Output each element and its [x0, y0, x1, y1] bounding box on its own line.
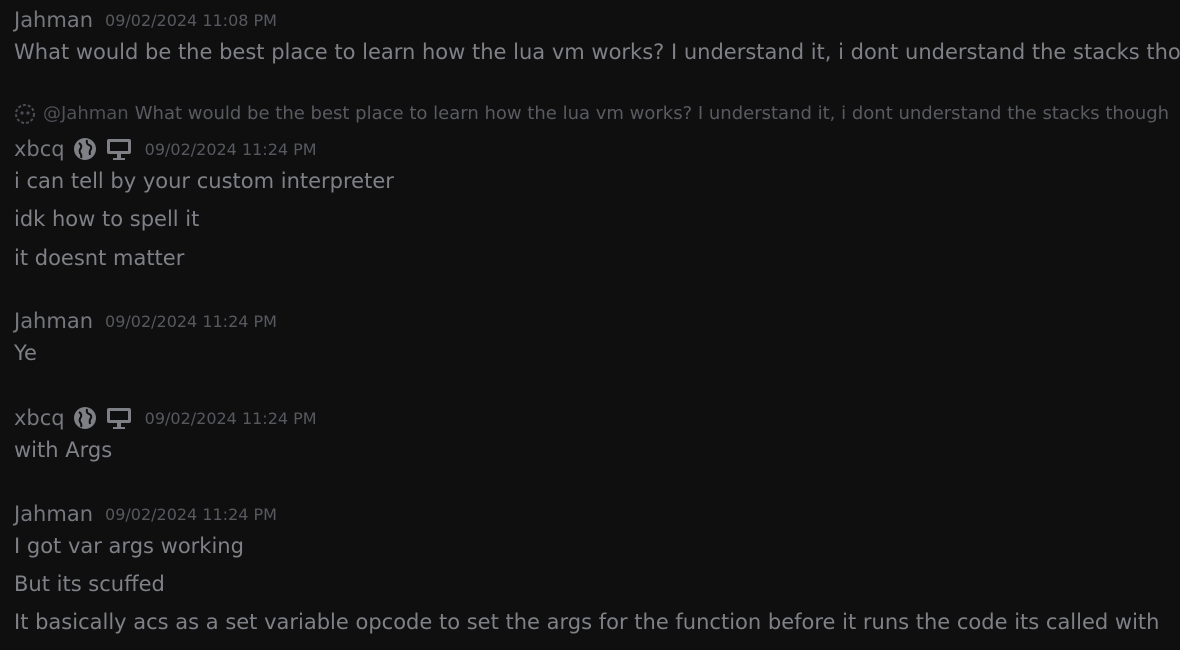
message-text: But its scuffed: [14, 572, 165, 596]
reply-text[interactable]: What would be the best place to learn ho…: [135, 103, 1169, 125]
username[interactable]: Jahman: [14, 7, 93, 33]
message-header: Jahman 09/02/2024 11:24 PM: [14, 308, 1168, 334]
message-header: xbcq 09/02/2024 11:24 PM: [14, 136, 1168, 162]
reply-mention[interactable]: @Jahman: [43, 103, 129, 125]
timestamp[interactable]: 09/02/2024 11:24 PM: [145, 135, 317, 163]
message-header: Jahman 09/02/2024 11:24 PM: [14, 501, 1168, 527]
timestamp[interactable]: 09/02/2024 11:24 PM: [105, 500, 277, 528]
message-text: Ye: [14, 341, 37, 365]
monitor-icon: [105, 136, 133, 162]
username[interactable]: xbcq: [14, 136, 65, 162]
message-text: I got var args working: [14, 534, 244, 558]
message-header: xbcq 09/02/2024 11:24 PM: [14, 405, 1168, 431]
message-text: with Args: [14, 438, 113, 462]
username[interactable]: xbcq: [14, 405, 65, 431]
message-text: It basically acs as a set variable opcod…: [14, 610, 1160, 634]
timestamp[interactable]: 09/02/2024 11:08 PM: [105, 6, 277, 34]
message-group: Jahman 09/02/2024 11:24 PM Ye: [14, 308, 1168, 366]
timestamp[interactable]: 09/02/2024 11:24 PM: [145, 404, 317, 432]
message-text: What would be the best place to learn ho…: [14, 40, 1180, 64]
message-text: idk how to spell it: [14, 207, 200, 231]
message-header: Jahman 09/02/2024 11:08 PM: [14, 7, 1168, 33]
message-text: i can tell by your custom interpreter: [14, 169, 394, 193]
username[interactable]: Jahman: [14, 308, 93, 334]
globe-icon: [73, 136, 97, 162]
message-text: it doesnt matter: [14, 246, 185, 270]
chat-log: Jahman 09/02/2024 11:08 PM What would be…: [0, 0, 1180, 650]
message-group: xbcq 09/02/2024 11:24 PM i can tell by y…: [14, 136, 1168, 271]
username[interactable]: Jahman: [14, 501, 93, 527]
message-group: Jahman 09/02/2024 11:24 PM I got var arg…: [14, 501, 1168, 635]
timestamp[interactable]: 09/02/2024 11:24 PM: [105, 307, 277, 335]
reply-avatar: [14, 103, 36, 125]
monitor-icon: [105, 405, 133, 431]
reply-preview[interactable]: @Jahman What would be the best place to …: [14, 103, 1169, 125]
message-group: xbcq 09/02/2024 11:24 PM with Args: [14, 405, 1168, 463]
globe-icon: [73, 405, 97, 431]
message-group: Jahman 09/02/2024 11:08 PM What would be…: [14, 7, 1180, 65]
